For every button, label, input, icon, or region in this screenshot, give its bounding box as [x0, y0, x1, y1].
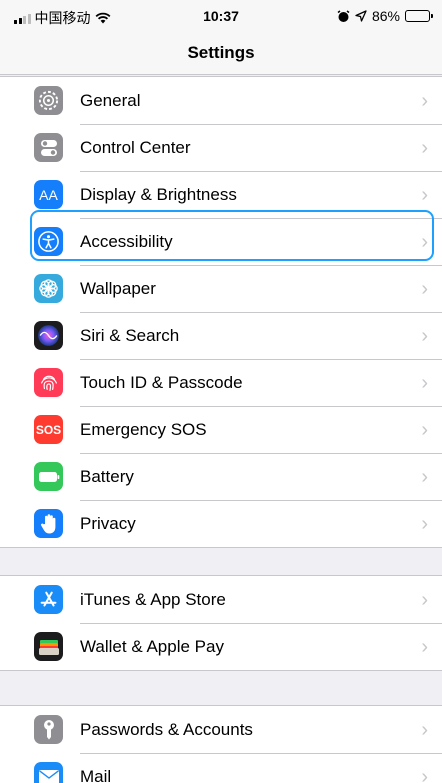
text-size-icon: AA [34, 180, 63, 209]
navigation-bar: Settings [0, 30, 442, 75]
flower-icon [34, 274, 63, 303]
hand-icon [34, 509, 63, 538]
chevron-right-icon: › [421, 230, 428, 253]
location-arrow-icon [355, 10, 367, 22]
chevron-right-icon: › [421, 635, 428, 658]
alarm-icon [337, 9, 350, 22]
chevron-right-icon: › [421, 324, 428, 347]
settings-row-wallpaper[interactable]: Wallpaper › [0, 265, 442, 312]
settings-row-passwords-accounts[interactable]: Passwords & Accounts › [0, 706, 442, 753]
page-title: Settings [187, 43, 255, 62]
settings-row-itunes-app-store[interactable]: iTunes & App Store › [0, 576, 442, 623]
settings-row-battery[interactable]: Battery › [0, 453, 442, 500]
toggles-icon [34, 133, 63, 162]
settings-row-label: Display & Brightness [80, 184, 237, 204]
sos-icon: SOS [34, 415, 63, 444]
settings-group-accounts: Passwords & Accounts › Mail › [0, 705, 442, 783]
status-bar: 中国移动 10:37 86% [0, 0, 442, 30]
settings-row-accessibility[interactable]: Accessibility › [0, 218, 442, 265]
chevron-right-icon: › [421, 136, 428, 159]
settings-row-label: Passwords & Accounts [80, 719, 253, 739]
settings-row-general[interactable]: General › [0, 77, 442, 124]
chevron-right-icon: › [421, 512, 428, 535]
chevron-right-icon: › [421, 465, 428, 488]
settings-group-stores: iTunes & App Store › Wallet & Apple Pay … [0, 575, 442, 671]
app-store-icon [34, 585, 63, 614]
settings-row-label: Mail [80, 766, 112, 783]
settings-row-mail[interactable]: Mail › [0, 753, 442, 783]
chevron-right-icon: › [421, 718, 428, 741]
chevron-right-icon: › [421, 588, 428, 611]
settings-row-label: General [80, 90, 141, 110]
settings-row-display-brightness[interactable]: AA Display & Brightness › [0, 171, 442, 218]
status-right: 86% [337, 8, 433, 24]
mail-icon [34, 762, 63, 783]
settings-row-control-center[interactable]: Control Center › [0, 124, 442, 171]
chevron-right-icon: › [421, 765, 428, 783]
key-icon [34, 715, 63, 744]
settings-row-privacy[interactable]: Privacy › [0, 500, 442, 547]
settings-row-wallet[interactable]: Wallet & Apple Pay › [0, 623, 442, 670]
chevron-right-icon: › [421, 89, 428, 112]
battery-indicator-icon [405, 10, 433, 22]
chevron-right-icon: › [421, 277, 428, 300]
settings-row-label: Accessibility [80, 231, 173, 251]
settings-row-label: Siri & Search [80, 325, 180, 345]
battery-percent: 86% [371, 8, 400, 24]
settings-row-label: Wallpaper [80, 278, 156, 298]
settings-row-label: iTunes & App Store [80, 589, 226, 609]
settings-row-label: Wallet & Apple Pay [80, 636, 224, 656]
settings-group-main: General › Control Center › AA Display & … [0, 76, 442, 548]
fingerprint-icon [34, 368, 63, 397]
settings-row-label: Control Center [80, 137, 191, 157]
wallet-icon [34, 632, 63, 661]
battery-icon [34, 462, 63, 491]
settings-row-emergency-sos[interactable]: SOS Emergency SOS › [0, 406, 442, 453]
settings-row-label: Emergency SOS [80, 419, 207, 439]
settings-row-label: Touch ID & Passcode [80, 372, 243, 392]
settings-row-siri-search[interactable]: Siri & Search › [0, 312, 442, 359]
accessibility-icon [34, 227, 63, 256]
chevron-right-icon: › [421, 418, 428, 441]
gear-icon [34, 86, 63, 115]
siri-icon [34, 321, 63, 350]
settings-row-touch-id[interactable]: Touch ID & Passcode › [0, 359, 442, 406]
chevron-right-icon: › [421, 371, 428, 394]
chevron-right-icon: › [421, 183, 428, 206]
settings-row-label: Privacy [80, 513, 136, 533]
settings-row-label: Battery [80, 466, 134, 486]
